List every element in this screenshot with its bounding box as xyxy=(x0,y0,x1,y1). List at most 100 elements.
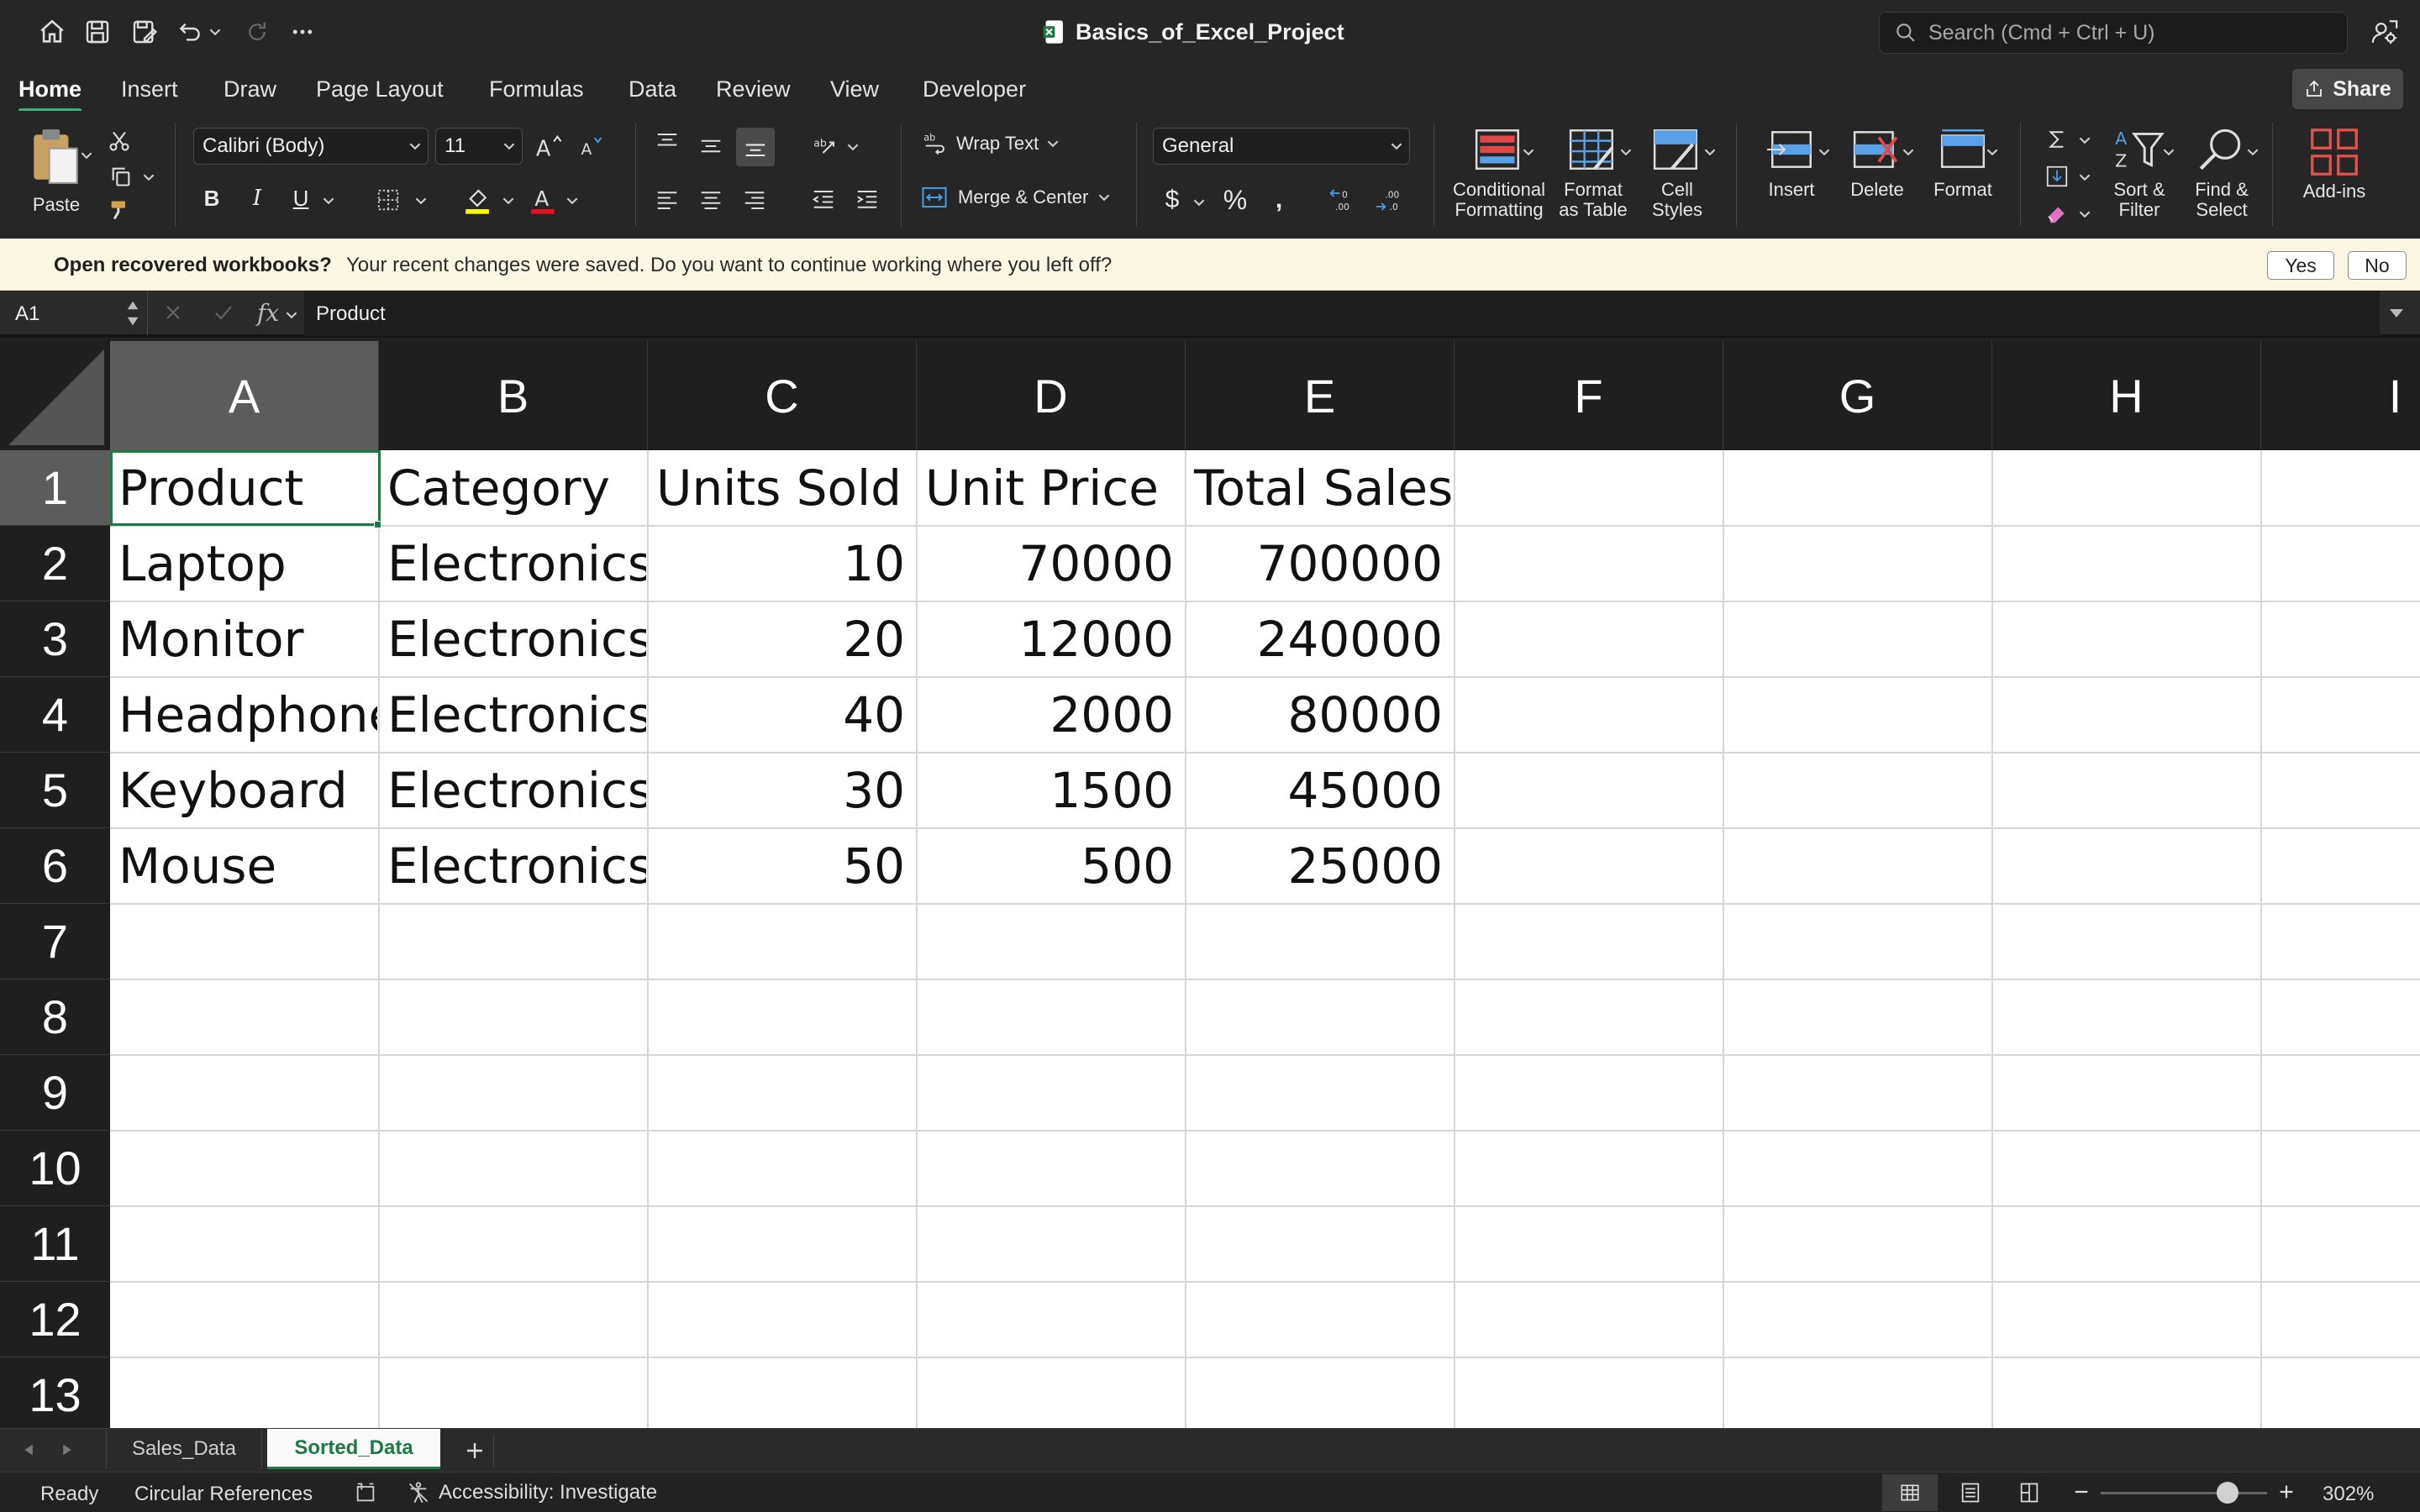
cell-a4[interactable]: Headphone xyxy=(110,677,377,753)
align-right-icon[interactable] xyxy=(738,183,771,217)
zoom-in-icon[interactable] xyxy=(2277,1483,2296,1501)
row-header-3[interactable]: 3 xyxy=(0,601,110,677)
row-header-11[interactable]: 11 xyxy=(0,1206,110,1282)
row-header-1[interactable]: 1 xyxy=(0,450,110,526)
cell-a3[interactable]: Monitor xyxy=(110,601,377,677)
copy-icon[interactable] xyxy=(104,161,138,192)
macro-recording-icon[interactable] xyxy=(353,1481,378,1504)
zoom-level[interactable]: 302% xyxy=(2323,1483,2374,1506)
cell-c6[interactable]: 50 xyxy=(648,828,915,904)
chevron-down-icon[interactable] xyxy=(1986,146,1998,158)
cell-d2[interactable]: 70000 xyxy=(917,526,1184,601)
expand-formula-bar-icon[interactable] xyxy=(2388,304,2405,321)
cell-e5[interactable]: 45000 xyxy=(1186,753,1453,828)
function-chevron-icon[interactable] xyxy=(286,309,297,321)
undo-icon[interactable] xyxy=(171,13,208,50)
chevron-down-icon[interactable] xyxy=(2247,146,2259,158)
save-as-icon[interactable] xyxy=(126,13,163,50)
increase-font-size-icon[interactable]: A xyxy=(531,129,565,163)
increase-decimal-icon[interactable]: 0.00 xyxy=(1326,183,1365,217)
decrease-font-size-icon[interactable]: A xyxy=(575,129,608,163)
column-header-f[interactable]: F xyxy=(1455,341,1723,450)
cell-styles-button[interactable]: Cell Styles xyxy=(1637,126,1718,235)
normal-view-icon[interactable] xyxy=(1882,1474,1938,1511)
borders-chevron-icon[interactable] xyxy=(415,195,427,207)
chevron-down-icon[interactable] xyxy=(1523,146,1534,158)
sheet-tab-sales-data[interactable]: Sales_Data xyxy=(106,1429,262,1469)
format-cells-button[interactable]: Format xyxy=(1923,126,2003,218)
zoom-slider-thumb[interactable] xyxy=(2217,1482,2238,1504)
underline-icon[interactable]: U xyxy=(286,181,316,215)
format-as-table-button[interactable]: Format as Table xyxy=(1553,126,1634,235)
column-header-b[interactable]: B xyxy=(379,341,648,450)
add-sheet-button[interactable] xyxy=(460,1434,494,1467)
row-header-13[interactable]: 13 xyxy=(0,1357,110,1428)
confirm-entry-icon[interactable] xyxy=(212,302,235,323)
zoom-out-icon[interactable] xyxy=(2072,1483,2091,1501)
chevron-down-icon[interactable] xyxy=(1620,146,1632,158)
clear-icon[interactable] xyxy=(2040,198,2074,228)
accessibility-checker[interactable]: Accessibility: Investigate xyxy=(407,1481,657,1504)
cell-d4[interactable]: 2000 xyxy=(917,677,1184,753)
cell-d5[interactable]: 1500 xyxy=(917,753,1184,828)
tab-formulas[interactable]: Formulas xyxy=(489,72,584,106)
column-header-i[interactable]: I xyxy=(2261,341,2420,450)
tab-page-layout[interactable]: Page Layout xyxy=(316,72,444,106)
page-layout-view-icon[interactable] xyxy=(1958,1481,1983,1504)
cell-e2[interactable]: 700000 xyxy=(1186,526,1453,601)
cell-b2[interactable]: Electronics xyxy=(379,526,646,601)
row-header-6[interactable]: 6 xyxy=(0,828,110,904)
bottom-align-icon[interactable] xyxy=(736,128,775,166)
italic-icon[interactable]: I xyxy=(242,181,272,215)
fill-icon[interactable] xyxy=(2040,161,2074,192)
wrap-text-button[interactable]: ab Wrap Text xyxy=(923,131,1059,156)
cell-e3[interactable]: 240000 xyxy=(1186,601,1453,677)
currency-icon[interactable]: $ xyxy=(1160,183,1185,217)
share-button[interactable]: Share xyxy=(2292,69,2403,109)
cell-b4[interactable]: Electronics xyxy=(379,677,646,753)
row-header-10[interactable]: 10 xyxy=(0,1131,110,1206)
cancel-entry-icon[interactable] xyxy=(163,302,183,323)
account-settings-icon[interactable] xyxy=(2366,13,2403,50)
tab-insert[interactable]: Insert xyxy=(121,72,178,106)
conditional-formatting-button[interactable]: Conditional Formatting xyxy=(1447,126,1551,235)
save-icon[interactable] xyxy=(79,13,116,50)
sheet-tab-sorted-data[interactable]: Sorted_Data xyxy=(267,1429,440,1469)
zoom-slider-track[interactable] xyxy=(2101,1492,2267,1494)
chevron-down-icon[interactable] xyxy=(2079,171,2091,183)
cell-e1[interactable]: Total Sales xyxy=(1186,450,1453,526)
select-all-button[interactable] xyxy=(0,341,110,450)
home-icon[interactable] xyxy=(34,13,71,50)
find-select-button[interactable]: Find & Select xyxy=(2180,126,2264,235)
row-header-5[interactable]: 5 xyxy=(0,753,110,828)
paste-button[interactable]: Paste xyxy=(20,128,92,228)
decrease-decimal-icon[interactable]: .00.0 xyxy=(1371,183,1410,217)
font-size-select[interactable]: 11 xyxy=(435,128,523,165)
scroll-tabs-right-icon[interactable] xyxy=(60,1442,74,1457)
yes-button[interactable]: Yes xyxy=(2267,251,2334,280)
underline-options-chevron-icon[interactable] xyxy=(323,195,334,207)
font-name-select[interactable]: Calibri (Body) xyxy=(193,128,429,165)
chevron-down-icon[interactable] xyxy=(1704,146,1716,158)
copy-options-chevron-icon[interactable] xyxy=(143,171,155,183)
cell-e6[interactable]: 25000 xyxy=(1186,828,1453,904)
row-header-7[interactable]: 7 xyxy=(0,904,110,979)
tab-home[interactable]: Home xyxy=(18,72,82,113)
cell-a2[interactable]: Laptop xyxy=(110,526,377,601)
tab-view[interactable]: View xyxy=(830,72,879,106)
column-header-c[interactable]: C xyxy=(648,341,917,450)
comma-style-icon[interactable]: , xyxy=(1264,183,1294,217)
scroll-tabs-left-icon[interactable] xyxy=(22,1442,35,1457)
more-commands-icon[interactable] xyxy=(284,13,321,50)
cell-d3[interactable]: 12000 xyxy=(917,601,1184,677)
cell-c3[interactable]: 20 xyxy=(648,601,915,677)
cell-c5[interactable]: 30 xyxy=(648,753,915,828)
search-input[interactable]: Search (Cmd + Ctrl + U) xyxy=(1879,12,2348,54)
sort-filter-button[interactable]: AZ Sort & Filter xyxy=(2097,126,2181,235)
name-box-stepper-icon[interactable] xyxy=(126,297,139,329)
row-header-8[interactable]: 8 xyxy=(0,979,110,1055)
tab-draw[interactable]: Draw xyxy=(224,72,276,106)
decrease-indent-icon[interactable] xyxy=(807,183,840,217)
increase-indent-icon[interactable] xyxy=(850,183,884,217)
cell-c1[interactable]: Units Sold xyxy=(648,450,915,526)
